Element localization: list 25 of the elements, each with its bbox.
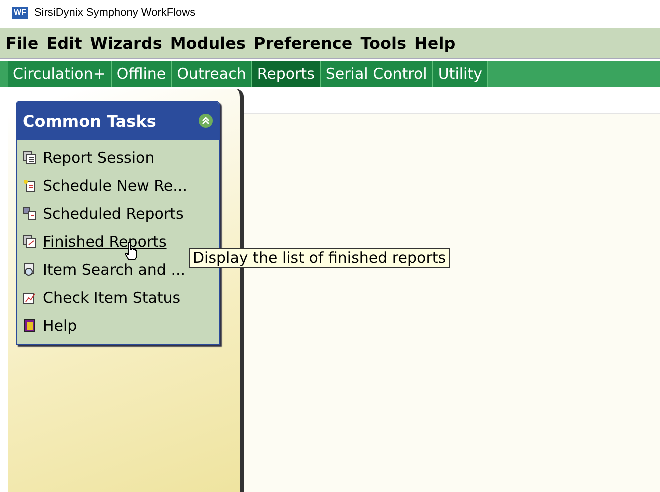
menu-item[interactable]: Tools [360, 34, 407, 52]
menu-item[interactable]: Modules [170, 34, 246, 52]
menu-item[interactable]: File [6, 34, 39, 52]
collapse-icon[interactable] [199, 114, 213, 128]
module-tab[interactable]: Utility [433, 61, 488, 87]
module-tab[interactable]: Outreach [172, 61, 252, 87]
task-link[interactable]: Scheduled Reports [43, 205, 184, 223]
menu-item[interactable]: Help [414, 34, 456, 52]
menu-item[interactable]: Edit [46, 34, 82, 52]
task-link[interactable]: Help [43, 317, 78, 335]
help-book-icon [23, 319, 37, 333]
menu-item[interactable]: Wizards [90, 34, 162, 52]
app-logo-icon: WF [12, 7, 28, 19]
panel-title: Common Tasks [23, 112, 156, 130]
task-link[interactable]: Schedule New Re... [43, 177, 188, 195]
tooltip: Display the list of finished reports [189, 248, 450, 268]
task-link[interactable]: Check Item Status [43, 289, 181, 307]
task-link[interactable]: Report Session [43, 149, 155, 167]
window-title: SirsiDynix Symphony WorkFlows [34, 7, 196, 19]
module-tab[interactable]: Serial Control [320, 61, 434, 87]
task-link[interactable]: Item Search and ... [43, 261, 186, 279]
menu-item[interactable]: Preference [254, 34, 353, 52]
module-tab[interactable]: Circulation+ [8, 61, 112, 87]
module-tab[interactable]: Offline [112, 61, 172, 87]
module-tab[interactable]: Reports [252, 61, 321, 87]
